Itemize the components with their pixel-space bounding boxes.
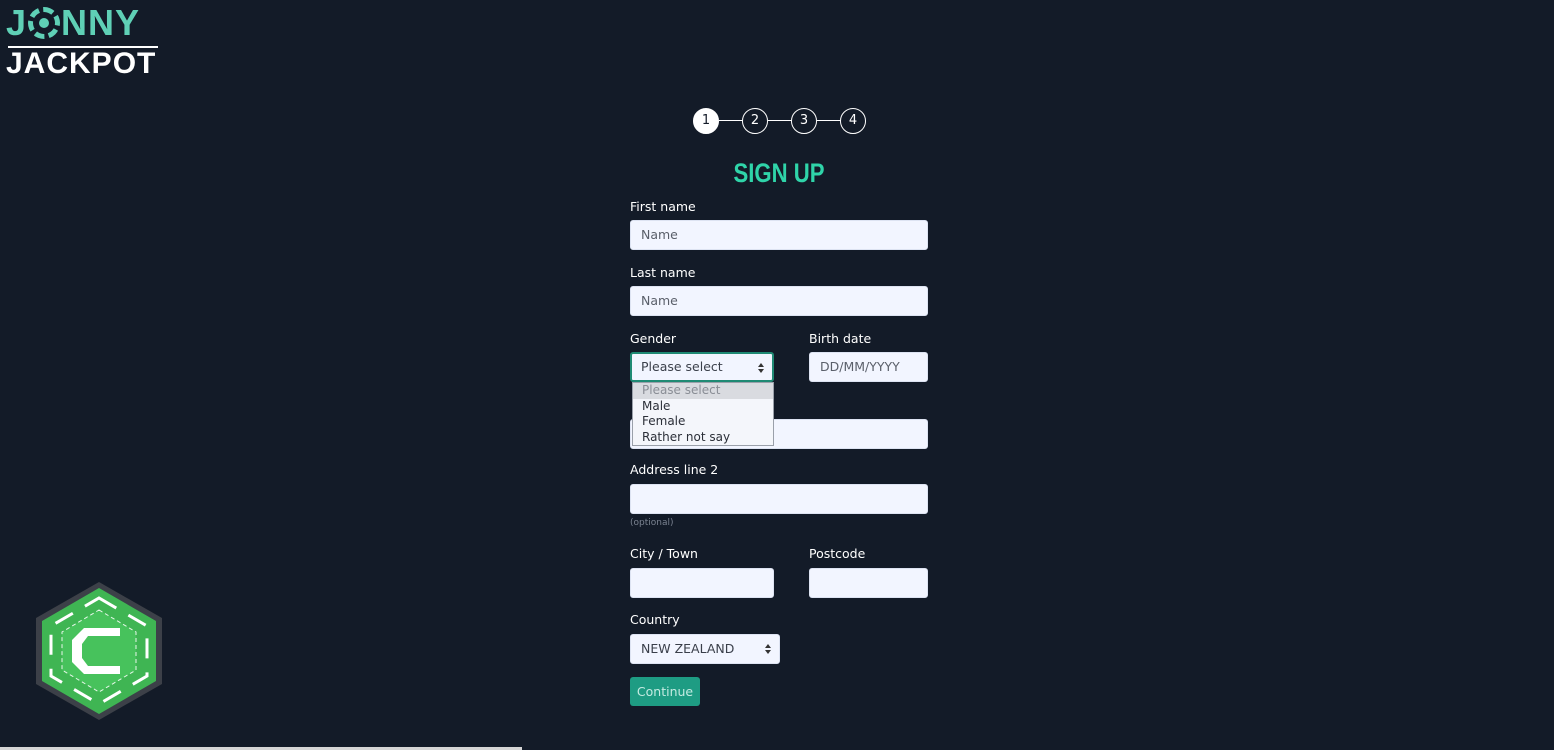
city-label: City / Town <box>630 546 698 561</box>
first-name-placeholder: Name <box>641 227 678 242</box>
logo-letters-nny: NNY <box>61 2 141 43</box>
select-updown-icon <box>758 363 764 373</box>
city-input[interactable] <box>630 568 774 598</box>
country-label: Country <box>630 612 680 627</box>
birth-date-label: Birth date <box>809 331 872 346</box>
casino-chip-c-icon[interactable] <box>32 580 166 722</box>
stepper-connector <box>768 120 792 121</box>
stepper-connector <box>817 120 841 121</box>
birth-date-placeholder: DD/MM/YYYY <box>820 359 900 374</box>
gender-option[interactable]: Female <box>633 414 773 430</box>
continue-button[interactable]: Continue <box>630 677 700 706</box>
country-select[interactable]: NEW ZEALAND <box>630 634 780 664</box>
logo-bottom-text: JACKPOT <box>6 47 157 80</box>
gender-select[interactable]: Please select <box>630 352 774 382</box>
step-2: 2 <box>742 108 768 134</box>
badge-svg <box>36 582 162 720</box>
step-3: 3 <box>791 108 817 134</box>
gender-option[interactable]: Male <box>633 399 773 415</box>
optional-hint: (optional) <box>630 518 674 528</box>
poker-chip-icon <box>28 7 61 39</box>
step-4: 4 <box>840 108 866 134</box>
country-selected-value: NEW ZEALAND <box>641 641 735 656</box>
address-line-2-label: Address line 2 <box>630 462 719 477</box>
step-1: 1 <box>693 108 719 134</box>
postcode-input[interactable] <box>809 568 928 598</box>
gender-selected-value: Please select <box>641 359 723 374</box>
last-name-input[interactable]: Name <box>630 286 928 316</box>
gender-label: Gender <box>630 331 677 346</box>
signup-stepper: 1 2 3 4 <box>693 108 867 134</box>
birth-date-input[interactable]: DD/MM/YYYY <box>809 352 928 382</box>
stepper-connector <box>719 120 743 121</box>
first-name-label: First name <box>630 199 696 214</box>
page-title: SIGN UP <box>733 158 825 188</box>
brand-logo[interactable]: J NNY JACKPOT <box>6 4 162 80</box>
gender-dropdown-list[interactable]: Please select Male Female Rather not say <box>632 382 774 446</box>
last-name-placeholder: Name <box>641 293 678 308</box>
first-name-input[interactable]: Name <box>630 220 928 250</box>
gender-option[interactable]: Rather not say <box>633 430 773 446</box>
logo-top-text: J NNY <box>6 4 140 42</box>
logo-letter-j: J <box>6 2 28 43</box>
gender-option: Please select <box>633 383 773 399</box>
select-updown-icon <box>765 644 771 654</box>
address-line-2-input[interactable] <box>630 484 928 514</box>
postcode-label: Postcode <box>809 546 866 561</box>
last-name-label: Last name <box>630 265 696 280</box>
